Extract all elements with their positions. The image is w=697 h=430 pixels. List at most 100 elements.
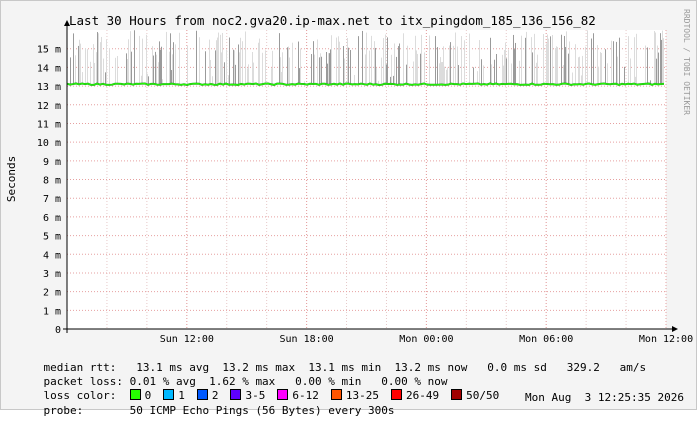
x-tick-label: Mon 12:00 bbox=[639, 334, 693, 345]
smoke-spike bbox=[148, 76, 149, 84]
smoke-spike bbox=[636, 34, 637, 84]
smoke-spike bbox=[160, 50, 161, 84]
smoke-spike bbox=[383, 38, 384, 84]
smoke-spike bbox=[131, 52, 132, 85]
smoke-spike bbox=[96, 52, 97, 84]
x-tick-label: Mon 06:00 bbox=[519, 334, 573, 345]
smoke-spike bbox=[265, 50, 266, 84]
smoke-spike bbox=[85, 48, 86, 84]
smoke-spike bbox=[481, 59, 482, 84]
smoke-spike bbox=[281, 72, 282, 84]
smoke-spike bbox=[258, 43, 259, 84]
smoke-spike bbox=[347, 38, 348, 84]
smoke-spike bbox=[546, 43, 547, 84]
smoke-spike bbox=[348, 48, 349, 84]
smoke-spike bbox=[443, 46, 444, 84]
smoke-spike bbox=[519, 61, 520, 84]
smoke-spike bbox=[597, 45, 598, 84]
smoke-spike bbox=[156, 55, 157, 84]
probe-line: probe: 50 ICMP Echo Pings (56 Bytes) eve… bbox=[17, 391, 395, 430]
smoke-spike bbox=[660, 33, 661, 84]
y-tick-label: 10 m bbox=[37, 138, 61, 149]
smoke-spike bbox=[271, 68, 272, 84]
smoke-spike bbox=[449, 45, 450, 84]
smoke-spike bbox=[292, 43, 293, 85]
smoke-spike bbox=[105, 72, 106, 84]
smoke-spike bbox=[326, 52, 327, 84]
smoke-spike bbox=[247, 68, 248, 84]
smoke-spike bbox=[94, 63, 95, 84]
smoke-spike bbox=[338, 36, 339, 84]
smoke-spike bbox=[435, 36, 436, 84]
y-axis-label: Seconds bbox=[5, 156, 18, 202]
smoke-spike bbox=[350, 50, 351, 84]
smoke-spike bbox=[513, 35, 514, 84]
smoke-spike bbox=[585, 47, 586, 84]
smoke-spike bbox=[483, 65, 484, 84]
smoke-spike bbox=[491, 64, 492, 84]
smoke-spike bbox=[130, 31, 131, 84]
smoke-spike bbox=[593, 33, 594, 84]
smoke-spike bbox=[441, 62, 442, 84]
x-tick-label: Mon 00:00 bbox=[399, 334, 453, 345]
smoke-spike bbox=[279, 33, 280, 84]
smoke-spike bbox=[563, 65, 564, 84]
smoke-spike bbox=[248, 64, 249, 84]
smoke-spike bbox=[233, 50, 234, 84]
smoke-spike bbox=[218, 33, 219, 85]
smoke-spike bbox=[139, 36, 140, 84]
smoke-spike bbox=[142, 39, 143, 85]
smoke-spike bbox=[235, 65, 236, 84]
smoke-spike bbox=[282, 52, 283, 84]
smoke-spike bbox=[420, 54, 421, 84]
smoke-spike bbox=[311, 54, 312, 84]
smoke-spike bbox=[555, 48, 556, 84]
smoke-spike bbox=[70, 57, 71, 84]
smoke-spike bbox=[327, 64, 328, 85]
smoke-spike bbox=[217, 38, 218, 85]
y-tick-label: 11 m bbox=[37, 119, 61, 130]
smoke-spike bbox=[578, 57, 579, 84]
smoke-spike bbox=[386, 64, 387, 84]
smoke-spike bbox=[565, 47, 566, 84]
smoke-spike bbox=[117, 56, 118, 84]
smoke-spike bbox=[298, 42, 299, 85]
smoke-spike bbox=[153, 56, 154, 85]
smoke-spike bbox=[521, 36, 522, 85]
smoke-spike bbox=[224, 62, 225, 84]
smoke-spike bbox=[329, 53, 330, 84]
smoke-spike bbox=[579, 57, 580, 84]
y-tick-label: 15 m bbox=[37, 45, 61, 56]
smoke-spike bbox=[106, 39, 107, 84]
smoke-spike bbox=[365, 54, 366, 84]
smoke-spike bbox=[321, 57, 322, 84]
smoke-spike bbox=[289, 57, 290, 84]
smoke-spike bbox=[611, 41, 612, 84]
smoke-spike bbox=[393, 76, 394, 84]
y-tick-label: 1 m bbox=[43, 306, 61, 317]
smoke-spike bbox=[600, 52, 601, 84]
smoke-spike bbox=[245, 31, 246, 84]
smoke-spike bbox=[617, 57, 618, 85]
smoke-spike bbox=[175, 44, 176, 84]
smoke-spike bbox=[398, 46, 399, 84]
smoke-spike bbox=[569, 42, 570, 85]
smoke-spike bbox=[582, 56, 583, 84]
smoke-spike bbox=[378, 81, 379, 84]
smoke-spike bbox=[477, 71, 478, 84]
smoke-spike bbox=[234, 50, 235, 84]
smoke-spike bbox=[421, 35, 422, 84]
smoke-spike bbox=[336, 38, 337, 85]
smoke-spike bbox=[354, 75, 355, 84]
smoke-spike bbox=[375, 48, 376, 84]
smoke-spike bbox=[374, 41, 375, 84]
probe-label: probe: bbox=[44, 404, 84, 417]
smoke-spike bbox=[391, 55, 392, 84]
smoke-spike bbox=[619, 38, 620, 85]
smoke-spike bbox=[416, 50, 417, 84]
smoke-spike bbox=[505, 43, 506, 85]
smoke-spike bbox=[253, 63, 254, 85]
smoke-spike bbox=[161, 47, 162, 84]
smoke-spike bbox=[179, 33, 180, 84]
smoke-spike bbox=[605, 49, 606, 84]
